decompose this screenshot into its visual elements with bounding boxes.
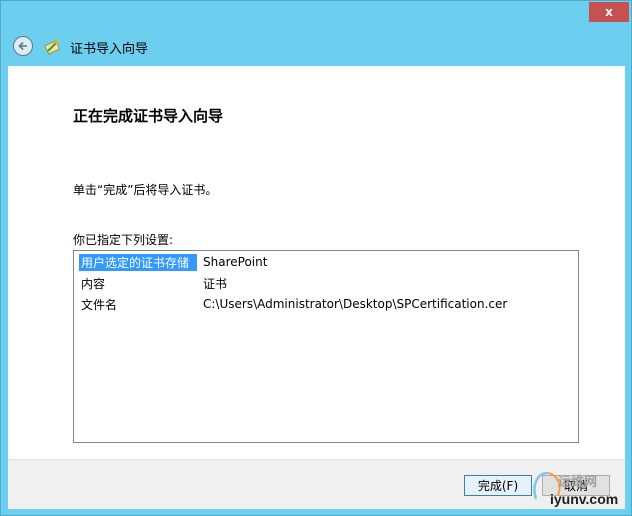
settings-row[interactable]: 用户选定的证书存储 SharePoint <box>79 253 569 271</box>
watermark-url: iyunv.com <box>550 491 619 507</box>
settings-row[interactable]: 内容 证书 <box>79 274 569 292</box>
wizard-window: x 证书导入向导 正在完成证书导入向导 单击“完成”后将导入证书。 你已指定下列… <box>0 0 632 516</box>
page-heading: 正在完成证书导入向导 <box>73 107 224 125</box>
back-arrow-icon <box>18 41 27 51</box>
close-icon: x <box>605 5 613 19</box>
settings-label: 你已指定下列设置: <box>73 233 174 247</box>
settings-key: 用户选定的证书存储 <box>79 253 197 271</box>
wizard-header: 证书导入向导 <box>8 31 625 66</box>
back-button[interactable] <box>13 36 33 56</box>
settings-list[interactable]: 用户选定的证书存储 SharePoint 内容 证书 文件名 C:\Users\… <box>73 250 579 443</box>
certificate-icon <box>44 40 61 55</box>
wizard-title: 证书导入向导 <box>70 42 149 57</box>
wizard-content: 正在完成证书导入向导 单击“完成”后将导入证书。 你已指定下列设置: 用户选定的… <box>8 66 625 459</box>
settings-value: 证书 <box>203 276 228 291</box>
instruction-text: 单击“完成”后将导入证书。 <box>73 183 218 197</box>
watermark-brand: 运维网 <box>558 475 598 490</box>
settings-value: C:\Users\Administrator\Desktop\SPCertifi… <box>203 297 508 311</box>
settings-row[interactable]: 文件名 C:\Users\Administrator\Desktop\SPCer… <box>79 295 569 313</box>
settings-key: 文件名 <box>81 297 118 312</box>
finish-button[interactable]: 完成(F) <box>464 475 532 496</box>
watermark: 运维网 iyunv.com <box>528 469 628 511</box>
settings-value: SharePoint <box>203 255 268 269</box>
title-bar: x <box>1 1 631 31</box>
close-button[interactable]: x <box>589 2 629 22</box>
settings-key: 内容 <box>81 276 106 291</box>
